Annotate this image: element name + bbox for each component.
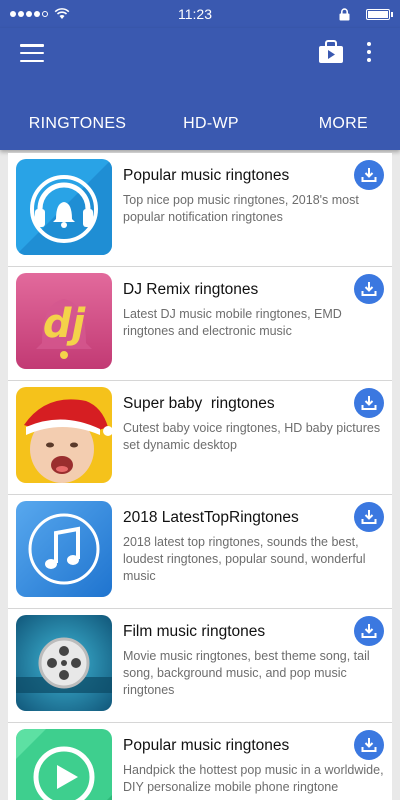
dj-bell-icon: dj: [16, 273, 112, 369]
menu-icon[interactable]: [20, 44, 44, 62]
item-title: Film music ringtones: [123, 623, 266, 640]
item-title: Popular music ringtones: [123, 737, 290, 754]
item-description: Handpick the hottest pop music in a worl…: [123, 763, 384, 794]
item-description: Movie music ringtones, best theme song, …: [123, 649, 370, 697]
tab-hd-wp[interactable]: HD-WP: [155, 98, 267, 150]
download-icon[interactable]: [354, 388, 384, 418]
baby-santa-hat-photo: [16, 387, 112, 483]
list-item[interactable]: Popular music ringtones Top nice pop mus…: [8, 153, 392, 267]
wifi-icon: [54, 8, 70, 19]
item-title: Popular music ringtones: [123, 167, 290, 184]
tab-bar: RINGTONES HD-WP MORE: [0, 98, 400, 150]
item-description: 2018 latest top ringtones, sounds the be…: [123, 535, 366, 583]
item-description: Cutest baby voice ringtones, HD baby pic…: [123, 421, 381, 452]
list-item[interactable]: Film music ringtones Movie music rington…: [8, 609, 392, 723]
download-icon[interactable]: [354, 160, 384, 190]
tab-more[interactable]: MORE: [267, 98, 400, 150]
status-time: 11:23: [178, 6, 212, 22]
list-item[interactable]: Popular music ringtones Handpick the hot…: [8, 723, 392, 800]
item-description: Top nice pop music ringtones, 2018's mos…: [123, 193, 359, 224]
headphones-bell-icon: [16, 159, 112, 255]
tab-ringtones[interactable]: RINGTONES: [0, 98, 155, 150]
status-bar: 11:23: [0, 0, 400, 28]
svg-text:dj: dj: [43, 301, 87, 347]
item-title: Super baby ringtones: [123, 395, 275, 412]
download-icon[interactable]: [354, 502, 384, 532]
lock-icon: [339, 7, 350, 20]
list-item[interactable]: 2018 LatestTopRingtones 2018 latest top …: [8, 495, 392, 609]
download-icon[interactable]: [354, 730, 384, 760]
more-vert-icon[interactable]: [362, 40, 376, 64]
download-icon[interactable]: [354, 616, 384, 646]
item-description: Latest DJ music mobile ringtones, EMD ri…: [123, 307, 342, 338]
film-reel-icon: [16, 615, 112, 711]
download-icon[interactable]: [354, 274, 384, 304]
shop-bag-icon[interactable]: [318, 40, 344, 64]
list-item[interactable]: Super baby ringtones Cutest baby voice r…: [8, 381, 392, 495]
ringtone-category-list: Popular music ringtones Top nice pop mus…: [8, 153, 392, 800]
play-button-icon: [16, 729, 112, 800]
item-title: DJ Remix ringtones: [123, 281, 259, 298]
app-bar: RINGTONES HD-WP MORE: [0, 28, 400, 150]
item-title: 2018 LatestTopRingtones: [123, 509, 299, 526]
status-right: [339, 7, 393, 21]
status-left: [10, 8, 70, 20]
music-note-icon: [16, 501, 112, 597]
battery-icon: [366, 8, 393, 20]
list-item[interactable]: dj DJ Remix ringtones Latest DJ music mo…: [8, 267, 392, 381]
signal-strength-icon: [10, 11, 48, 17]
